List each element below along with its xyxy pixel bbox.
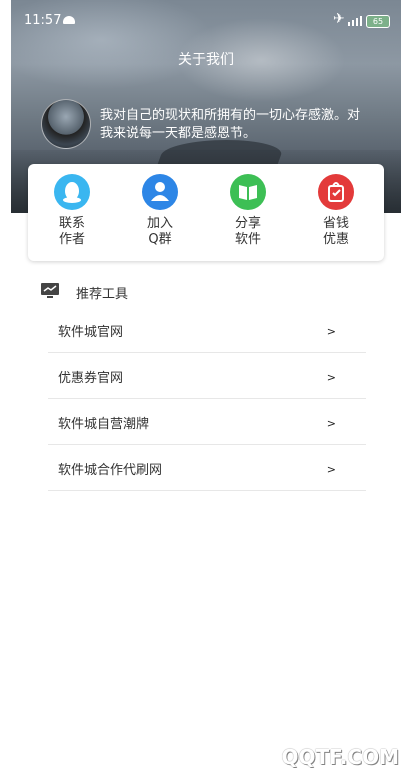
monitor-chart-icon	[41, 283, 59, 298]
save-label-line2: 优惠	[322, 232, 349, 247]
chevron-right-icon: >	[326, 463, 336, 476]
join-label-line1: 加入	[146, 216, 173, 231]
battery-icon: 65	[366, 15, 390, 28]
share-app-button[interactable]: 分享 软件	[218, 174, 278, 248]
avatar[interactable]	[41, 99, 91, 149]
list-item-label: 软件城合作代刷网	[58, 463, 163, 478]
contact-label-line1: 联系	[58, 216, 85, 231]
section-title: 推荐工具	[76, 287, 129, 302]
contact-label-line2: 作者	[58, 232, 85, 247]
save-label-line1: 省钱	[322, 216, 349, 231]
list-item-label: 优惠券官网	[58, 371, 124, 386]
chevron-right-icon: >	[326, 417, 336, 430]
list-item-coupon-site[interactable]: 优惠券官网 >	[48, 353, 366, 399]
list-item-partner-site[interactable]: 软件城合作代刷网 >	[48, 445, 366, 491]
list-item-label: 软件城自营潮牌	[58, 417, 150, 432]
qq-icon	[54, 174, 90, 210]
status-bar: 11:57 ✈ 65	[11, 10, 401, 32]
coupon-icon	[318, 174, 354, 210]
share-label-line2: 软件	[234, 232, 261, 247]
join-group-button[interactable]: 加入 Q群	[130, 174, 190, 248]
android-icon	[63, 16, 75, 24]
share-label-line1: 分享	[234, 216, 261, 231]
contact-author-button[interactable]: 联系 作者	[42, 174, 102, 248]
save-money-button[interactable]: 省钱 优惠	[306, 174, 366, 248]
group-icon	[142, 174, 178, 210]
list-item-brand[interactable]: 软件城自营潮牌 >	[48, 399, 366, 445]
watermark: QQTF.COM	[281, 745, 399, 769]
list-item-label: 软件城官网	[58, 325, 124, 340]
tools-list: 软件城官网 > 优惠券官网 > 软件城自营潮牌 > 软件城合作代刷网 >	[48, 307, 366, 491]
profile-motto: 我对自己的现状和所拥有的一切心存感激。对我来说每一天都是感恩节。	[100, 108, 361, 141]
page-title: 关于我们	[178, 52, 234, 68]
chevron-right-icon: >	[326, 371, 336, 384]
quick-actions-card: 联系 作者 加入 Q群 分享 软件 省钱 优惠	[28, 164, 384, 261]
book-icon	[230, 174, 266, 210]
list-item-software-city-site[interactable]: 软件城官网 >	[48, 307, 366, 353]
airplane-mode-icon: ✈	[333, 11, 345, 27]
chevron-right-icon: >	[326, 325, 336, 338]
status-time: 11:57	[24, 13, 62, 28]
signal-icon	[348, 16, 362, 26]
join-label-line2: Q群	[148, 232, 172, 247]
app-screen: 11:57 ✈ 65 关于我们 我对自己的现状和所拥有的一切心存感激。对我来说每…	[11, 0, 401, 775]
